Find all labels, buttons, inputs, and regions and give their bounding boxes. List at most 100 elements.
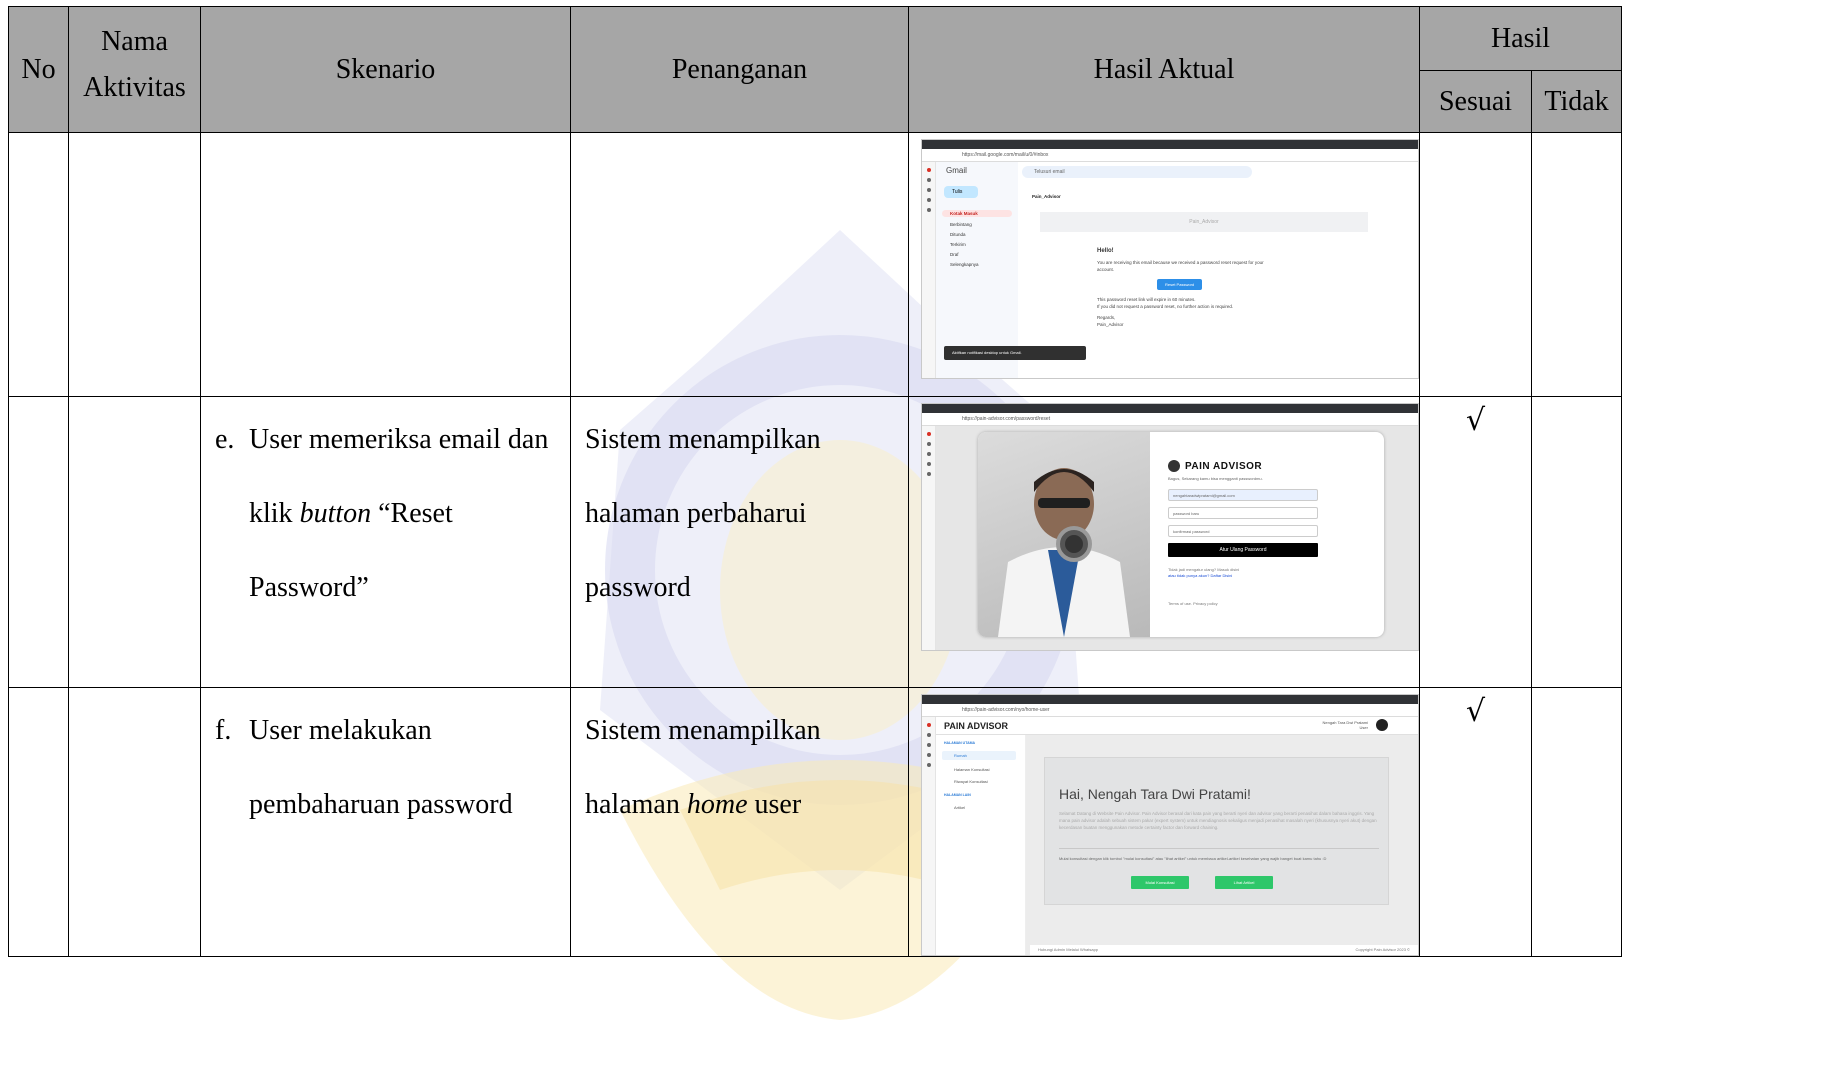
cell-sesuai: √ (1419, 687, 1532, 957)
table-row: e. User memeriksa email dan klik button … (8, 396, 1622, 688)
mail-body1: You are receiving this email because we … (1097, 260, 1264, 272)
header-penanganan: Penanganan (570, 6, 909, 133)
check-mark: √ (1465, 403, 1486, 438)
cell-hasil-aktual: https://pain-advisor.com/password/reset (908, 396, 1420, 688)
browser-url: https://mail.google.com/mail/u/0/#inbox (922, 149, 1418, 162)
header-hasil: Hasil (1419, 6, 1622, 71)
header-no: No (8, 6, 69, 133)
app-sidebar: HALAMAN UTAMA Rumah Halaman Konsultasi R… (936, 735, 1026, 955)
test-result-table: No Nama Aktivitas Skenario Penanganan Ha… (8, 6, 1622, 957)
footer-whatsapp: Hubungi Admin Melalui Whatsapp (1038, 947, 1099, 952)
sidebar-section-main: HALAMAN UTAMA (944, 741, 976, 745)
new-password-field: password baru (1168, 507, 1318, 519)
divider (1059, 848, 1379, 849)
help-line2: atau tidak punya akun? Daftar Disini (1168, 573, 1233, 578)
browser-titlebar (922, 140, 1418, 149)
lihat-artikel-button: Lihat Artikel (1215, 876, 1273, 889)
cell-skenario: e. User memeriksa email dan klik button … (200, 396, 571, 688)
confirm-password-field: konfirmasi password (1168, 525, 1318, 537)
cell-sesuai: √ (1419, 396, 1532, 688)
browser-url: https://pain-advisor.com/nyo/home-user (922, 704, 1418, 717)
cell-no (8, 132, 69, 397)
penanganan-text: Sistem menampilkan halaman perbaharui pa… (571, 397, 908, 631)
browser-titlebar (922, 404, 1418, 413)
check-mark: √ (1465, 694, 1486, 729)
cell-nama-aktivitas (68, 687, 201, 957)
skenario-step-f: f. User melakukan pembaharuan password (201, 688, 570, 842)
cell-tidak (1531, 396, 1622, 688)
reset-card: PAIN ADVISOR Bagus, Sekarang kamu bisa m… (978, 432, 1384, 637)
cell-no (8, 396, 69, 688)
step-line2: pembaharuan password (249, 789, 513, 820)
header-nama-aktivitas: Nama Aktivitas (68, 6, 201, 133)
step-line2-pre: klik (249, 498, 300, 529)
app-header: PAIN ADVISOR Nengah Tara Dwi Pratami Use… (936, 717, 1418, 735)
mulai-konsultasi-button: Mulai Konsultasi (1131, 876, 1189, 889)
cell-tidak (1531, 687, 1622, 957)
nav-drafts: Draf (950, 252, 959, 257)
browser-titlebar (922, 695, 1418, 704)
penanganan-line1: Sistem menampilkan (585, 424, 821, 455)
penanganan-line2-post: user (747, 789, 802, 820)
reset-password-button: Reset Password (1157, 279, 1203, 290)
reset-help: Tidak jadi mengatur ulang? Masuk disini … (1168, 567, 1318, 579)
step-line2-em: button (299, 498, 372, 529)
browser-side-icons (922, 717, 936, 955)
penanganan-line2-pre: halaman (585, 789, 687, 820)
gmail-search: Telusuri email (1022, 166, 1252, 178)
mail-body2: This password reset link will expire in … (1097, 297, 1196, 302)
reset-form: PAIN ADVISOR Bagus, Sekarang kamu bisa m… (1168, 460, 1318, 607)
cell-penanganan: Sistem menampilkan halaman home user (570, 687, 909, 957)
gmail-screenshot: https://mail.google.com/mail/u/0/#inbox … (921, 139, 1419, 379)
cell-hasil-aktual: https://pain-advisor.com/nyo/home-user P… (908, 687, 1420, 957)
sidebar-item-konsultasi: Halaman Konsultasi (954, 767, 990, 772)
cell-penanganan (570, 132, 909, 397)
gmail-brand: Gmail (946, 166, 967, 175)
app-footer: Hubungi Admin Melalui Whatsapp Copyright… (1030, 945, 1418, 955)
cell-no (8, 687, 69, 957)
atur-ulang-password-button: Atur Ulang Password (1168, 543, 1318, 557)
table-row: f. User melakukan pembaharuan password S… (8, 687, 1622, 957)
logo-text: PAIN ADVISOR (1185, 460, 1263, 472)
penanganan-line3: password (585, 572, 691, 603)
browser-side-icons (922, 162, 936, 378)
cell-skenario: f. User melakukan pembaharuan password (200, 687, 571, 957)
nav-sent: Terkirim (950, 242, 966, 247)
cell-hasil-aktual: https://mail.google.com/mail/u/0/#inbox … (908, 132, 1420, 397)
sidebar-section-other: HALAMAN LAIN (944, 793, 971, 797)
user-role: User (1359, 725, 1368, 730)
mail-body: Hello! You are receiving this email beca… (1097, 248, 1272, 328)
penanganan-line2: halaman perbaharui (585, 498, 807, 529)
reset-subtitle: Bagus, Sekarang kamu bisa mengganti pass… (1168, 476, 1263, 481)
email-field: nengahtaradwipratami@gmail.com (1168, 489, 1318, 501)
step-line1: User melakukan (249, 715, 432, 746)
nav-more: Selengkapnya (950, 262, 979, 267)
header-nama-line2: Aktivitas (83, 71, 186, 103)
doctor-illustration (998, 468, 1130, 637)
penanganan-line1: Sistem menampilkan (585, 715, 821, 746)
doctor-photo (978, 432, 1150, 637)
home-user-screenshot: https://pain-advisor.com/nyo/home-user P… (921, 694, 1419, 956)
pain-advisor-logo: PAIN ADVISOR (1168, 460, 1318, 472)
cell-tidak (1531, 132, 1622, 397)
step-line3: Password” (249, 572, 369, 603)
compose-button: Tulis (944, 186, 978, 198)
mail-banner: Pain_Advisor (1040, 212, 1368, 232)
cell-skenario (200, 132, 571, 397)
step-label: e. (215, 424, 235, 455)
welcome-cta-text: Mulai konsultasi dengan klik tombol "mul… (1059, 856, 1327, 861)
sidebar-item-riwayat: Riwayat Konsultasi (954, 779, 988, 784)
step-line1: User memeriksa email dan (249, 424, 549, 455)
step-text: User melakukan pembaharuan password (249, 694, 556, 842)
penanganan-line2-em: home (686, 789, 748, 820)
mail-signature: Pain_Advisor (1097, 322, 1124, 327)
reset-password-screenshot: https://pain-advisor.com/password/reset (921, 403, 1419, 651)
logo-icon (1168, 460, 1180, 472)
browser-url: https://pain-advisor.com/password/reset (922, 413, 1418, 426)
cell-nama-aktivitas (68, 132, 201, 397)
mail-body3: If you did not request a password reset,… (1097, 304, 1234, 309)
header-nama-line1: Nama (101, 25, 168, 57)
penanganan-text: Sistem menampilkan halaman home user (571, 688, 908, 848)
cell-sesuai (1419, 132, 1532, 397)
header-skenario: Skenario (200, 6, 571, 133)
